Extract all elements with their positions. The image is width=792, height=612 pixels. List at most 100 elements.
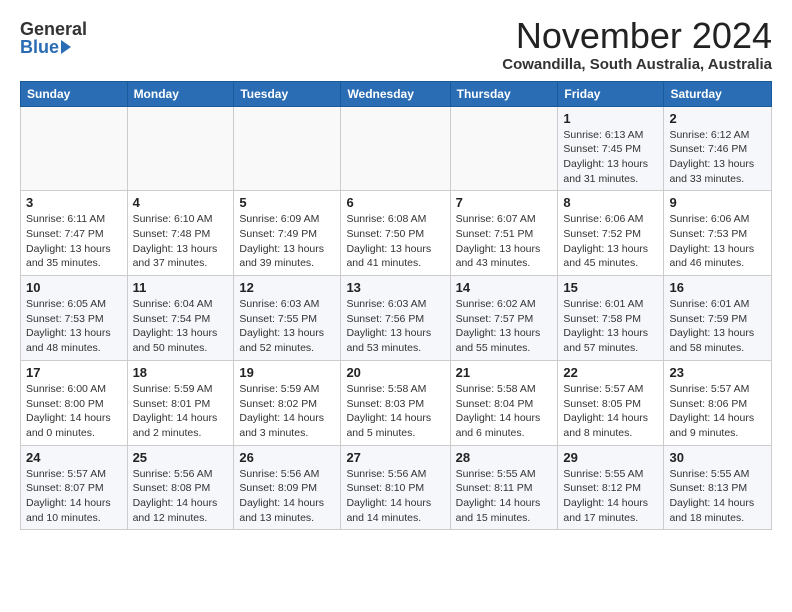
- day-number: 2: [669, 111, 766, 126]
- logo: General Blue: [20, 20, 87, 56]
- calendar-day-cell: 13Sunrise: 6:03 AMSunset: 7:56 PMDayligh…: [341, 276, 450, 361]
- day-info: Sunrise: 6:01 AMSunset: 7:58 PMDaylight:…: [563, 297, 658, 356]
- day-number: 6: [346, 195, 444, 210]
- day-number: 21: [456, 365, 553, 380]
- day-info: Sunrise: 5:59 AMSunset: 8:01 PMDaylight:…: [133, 382, 229, 441]
- day-info: Sunrise: 6:13 AMSunset: 7:45 PMDaylight:…: [563, 128, 658, 187]
- day-info: Sunrise: 6:03 AMSunset: 7:56 PMDaylight:…: [346, 297, 444, 356]
- calendar-day-cell: 14Sunrise: 6:02 AMSunset: 7:57 PMDayligh…: [450, 276, 558, 361]
- calendar-day-cell: 15 Sunrise: 6:01 AMSunset: 7:58 PMDayligh…: [558, 276, 664, 361]
- calendar-day-empty: [341, 106, 450, 191]
- calendar-day-cell: 4Sunrise: 6:10 AMSunset: 7:48 PMDaylight…: [127, 191, 234, 276]
- weekday-header-wednesday: Wednesday: [341, 81, 450, 106]
- day-info: Sunrise: 6:06 AMSunset: 7:52 PMDaylight:…: [563, 212, 658, 271]
- day-info: Sunrise: 5:58 AMSunset: 8:03 PMDaylight:…: [346, 382, 444, 441]
- day-number: 18: [133, 365, 229, 380]
- day-info: Sunrise: 6:09 AMSunset: 7:49 PMDaylight:…: [239, 212, 335, 271]
- logo-arrow-icon: [61, 40, 71, 54]
- day-info: Sunrise: 5:57 AMSunset: 8:05 PMDaylight:…: [563, 382, 658, 441]
- calendar-week-4: 17Sunrise: 6:00 AMSunset: 8:00 PMDayligh…: [21, 360, 772, 445]
- day-number: 1: [563, 111, 658, 126]
- calendar-day-empty: [127, 106, 234, 191]
- calendar-day-cell: 7 Sunrise: 6:07 AMSunset: 7:51 PMDaylight…: [450, 191, 558, 276]
- weekday-header-row: SundayMondayTuesdayWednesdayThursdayFrid…: [21, 81, 772, 106]
- day-info: Sunrise: 5:56 AMSunset: 8:10 PMDaylight:…: [346, 467, 444, 526]
- day-number: 20: [346, 365, 444, 380]
- day-info: Sunrise: 5:57 AMSunset: 8:06 PMDaylight:…: [669, 382, 766, 441]
- day-info: Sunrise: 5:59 AMSunset: 8:02 PMDaylight:…: [239, 382, 335, 441]
- calendar-day-cell: 19 Sunrise: 5:59 AMSunset: 8:02 PMDayligh…: [234, 360, 341, 445]
- day-number: 16: [669, 280, 766, 295]
- weekday-header-sunday: Sunday: [21, 81, 128, 106]
- day-info: Sunrise: 5:55 AMSunset: 8:13 PMDaylight:…: [669, 467, 766, 526]
- day-number: 14: [456, 280, 553, 295]
- day-info: Sunrise: 6:07 AMSunset: 7:51 PMDaylight:…: [456, 212, 553, 271]
- day-number: 11: [133, 280, 229, 295]
- day-info: Sunrise: 5:56 AMSunset: 8:08 PMDaylight:…: [133, 467, 229, 526]
- day-number: 12: [239, 280, 335, 295]
- calendar-week-1: 1 Sunrise: 6:13 AMSunset: 7:45 PMDaylight…: [21, 106, 772, 191]
- weekday-header-tuesday: Tuesday: [234, 81, 341, 106]
- calendar-day-cell: 20 Sunrise: 5:58 AMSunset: 8:03 PMDayligh…: [341, 360, 450, 445]
- calendar-day-cell: 23 Sunrise: 5:57 AMSunset: 8:06 PMDayligh…: [664, 360, 772, 445]
- calendar-day-cell: 12 Sunrise: 6:03 AMSunset: 7:55 PMDayligh…: [234, 276, 341, 361]
- day-info: Sunrise: 5:58 AMSunset: 8:04 PMDaylight:…: [456, 382, 553, 441]
- calendar-day-cell: 1 Sunrise: 6:13 AMSunset: 7:45 PMDaylight…: [558, 106, 664, 191]
- calendar-day-cell: 27Sunrise: 5:56 AMSunset: 8:10 PMDayligh…: [341, 445, 450, 530]
- day-number: 7: [456, 195, 553, 210]
- day-number: 8: [563, 195, 658, 210]
- day-info: Sunrise: 5:57 AMSunset: 8:07 PMDaylight:…: [26, 467, 122, 526]
- logo-blue-text: Blue: [20, 38, 71, 56]
- calendar-day-cell: 8 Sunrise: 6:06 AMSunset: 7:52 PMDaylight…: [558, 191, 664, 276]
- day-number: 5: [239, 195, 335, 210]
- day-info: Sunrise: 6:05 AMSunset: 7:53 PMDaylight:…: [26, 297, 122, 356]
- page-header: General Blue November 2024 Cowandilla, S…: [20, 16, 772, 73]
- calendar-day-cell: 28 Sunrise: 5:55 AMSunset: 8:11 PMDayligh…: [450, 445, 558, 530]
- calendar-day-cell: 18 Sunrise: 5:59 AMSunset: 8:01 PMDayligh…: [127, 360, 234, 445]
- calendar-week-5: 24Sunrise: 5:57 AMSunset: 8:07 PMDayligh…: [21, 445, 772, 530]
- day-number: 15: [563, 280, 658, 295]
- calendar-day-cell: 11Sunrise: 6:04 AMSunset: 7:54 PMDayligh…: [127, 276, 234, 361]
- day-number: 23: [669, 365, 766, 380]
- calendar-day-empty: [450, 106, 558, 191]
- title-block: November 2024 Cowandilla, South Australi…: [502, 16, 772, 73]
- day-number: 25: [133, 450, 229, 465]
- weekday-header-saturday: Saturday: [664, 81, 772, 106]
- logo-general-text: General: [20, 20, 87, 38]
- calendar-day-cell: 29 Sunrise: 5:55 AMSunset: 8:12 PMDayligh…: [558, 445, 664, 530]
- calendar-day-empty: [234, 106, 341, 191]
- day-number: 17: [26, 365, 122, 380]
- day-info: Sunrise: 5:55 AMSunset: 8:12 PMDaylight:…: [563, 467, 658, 526]
- calendar-day-cell: 25 Sunrise: 5:56 AMSunset: 8:08 PMDayligh…: [127, 445, 234, 530]
- day-number: 9: [669, 195, 766, 210]
- calendar-table: SundayMondayTuesdayWednesdayThursdayFrid…: [20, 81, 772, 531]
- day-info: Sunrise: 6:12 AMSunset: 7:46 PMDaylight:…: [669, 128, 766, 187]
- day-info: Sunrise: 6:03 AMSunset: 7:55 PMDaylight:…: [239, 297, 335, 356]
- calendar-day-cell: 6Sunrise: 6:08 AMSunset: 7:50 PMDaylight…: [341, 191, 450, 276]
- calendar-day-cell: 5 Sunrise: 6:09 AMSunset: 7:49 PMDaylight…: [234, 191, 341, 276]
- calendar-day-cell: 3Sunrise: 6:11 AMSunset: 7:47 PMDaylight…: [21, 191, 128, 276]
- day-info: Sunrise: 6:01 AMSunset: 7:59 PMDaylight:…: [669, 297, 766, 356]
- calendar-day-cell: 30 Sunrise: 5:55 AMSunset: 8:13 PMDayligh…: [664, 445, 772, 530]
- day-number: 29: [563, 450, 658, 465]
- calendar-day-cell: 2 Sunrise: 6:12 AMSunset: 7:46 PMDaylight…: [664, 106, 772, 191]
- day-number: 22: [563, 365, 658, 380]
- calendar-day-cell: 21 Sunrise: 5:58 AMSunset: 8:04 PMDayligh…: [450, 360, 558, 445]
- calendar-day-cell: 9 Sunrise: 6:06 AMSunset: 7:53 PMDaylight…: [664, 191, 772, 276]
- day-number: 10: [26, 280, 122, 295]
- day-number: 19: [239, 365, 335, 380]
- calendar-week-2: 3Sunrise: 6:11 AMSunset: 7:47 PMDaylight…: [21, 191, 772, 276]
- calendar-week-3: 10 Sunrise: 6:05 AMSunset: 7:53 PMDayligh…: [21, 276, 772, 361]
- day-info: Sunrise: 5:55 AMSunset: 8:11 PMDaylight:…: [456, 467, 553, 526]
- calendar-day-empty: [21, 106, 128, 191]
- calendar-day-cell: 24Sunrise: 5:57 AMSunset: 8:07 PMDayligh…: [21, 445, 128, 530]
- day-number: 30: [669, 450, 766, 465]
- calendar-day-cell: 22 Sunrise: 5:57 AMSunset: 8:05 PMDayligh…: [558, 360, 664, 445]
- day-info: Sunrise: 6:06 AMSunset: 7:53 PMDaylight:…: [669, 212, 766, 271]
- calendar-day-cell: 17Sunrise: 6:00 AMSunset: 8:00 PMDayligh…: [21, 360, 128, 445]
- day-number: 4: [133, 195, 229, 210]
- day-number: 3: [26, 195, 122, 210]
- calendar-day-cell: 10 Sunrise: 6:05 AMSunset: 7:53 PMDayligh…: [21, 276, 128, 361]
- calendar-day-cell: 26Sunrise: 5:56 AMSunset: 8:09 PMDayligh…: [234, 445, 341, 530]
- day-number: 28: [456, 450, 553, 465]
